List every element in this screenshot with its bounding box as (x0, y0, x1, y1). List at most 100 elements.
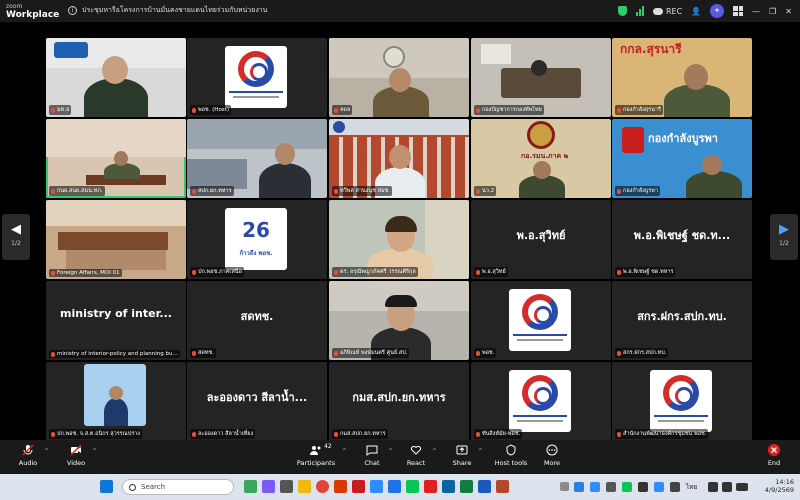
muted-mic-icon (51, 270, 55, 276)
close-icon[interactable]: ✕ (785, 7, 792, 16)
participant-tile[interactable]: สดทช. สดทช. (187, 281, 327, 360)
react-button[interactable]: React (396, 444, 436, 467)
chevron-left-icon: ◀ (11, 222, 21, 237)
video-off-icon (70, 444, 82, 456)
participant-tile[interactable]: ปก.พอช. จ.ส.ต.ธนิกร สุวรรณปราง (46, 362, 186, 441)
onedrive-icon[interactable] (574, 482, 584, 492)
file-explorer-icon[interactable] (298, 480, 311, 493)
participant-name: ministry of interior-policy and planning… (49, 350, 180, 358)
zoom-taskbar-icon[interactable] (370, 480, 383, 493)
participant-name: สำนักงานพัฒนาองค์กรชุมชน พอช. (615, 429, 709, 439)
powerpoint-icon[interactable] (334, 480, 347, 493)
input-language[interactable]: ไทย (686, 482, 697, 492)
windows-start-icon[interactable] (100, 480, 113, 493)
participant-tile[interactable]: สกร.ฝกร.สปก.ทบ. สกร.ฝกร.สปก.ทบ. (612, 281, 752, 360)
next-page-button[interactable]: ▶ 1/2 (770, 214, 798, 260)
task-view-icon[interactable] (280, 480, 293, 493)
line-tray-icon[interactable] (622, 482, 632, 492)
copilot-icon[interactable] (244, 480, 257, 493)
participant-name: ปก.พอช.ภาคเหนือ (190, 267, 244, 277)
meeting-info[interactable]: i ประชุมหารือโครงการบ้านมั่นคงชายแดนไทยร่… (68, 5, 267, 16)
participant-tile[interactable]: ministry of inter... ministry of interio… (46, 281, 186, 360)
chat-chevron-icon[interactable]: ^ (388, 448, 393, 455)
system-clock[interactable]: 14:16 4/9/2569 (756, 478, 794, 494)
participants-chevron-icon[interactable]: ^ (342, 448, 347, 455)
word-icon[interactable] (478, 480, 491, 493)
excel-icon[interactable] (460, 480, 473, 493)
line-icon[interactable] (406, 480, 419, 493)
nvidia-icon[interactable] (638, 482, 648, 492)
audio-button[interactable]: Audio (8, 444, 48, 467)
react-chevron-icon[interactable]: ^ (432, 448, 437, 455)
info-icon[interactable]: i (68, 6, 77, 15)
participant-tile[interactable]: พอช. (471, 281, 611, 360)
signal-icon[interactable] (635, 6, 644, 16)
participant-display-name: พ.อ.สุวิทย์ (516, 229, 566, 242)
participant-tile[interactable]: ทวีพล สานงนุช สมช. (329, 119, 469, 198)
tray-chevron-icon[interactable] (560, 482, 569, 491)
brand-line2: Workplace (6, 10, 60, 20)
participants-icon (310, 444, 322, 456)
muted-mic-icon (617, 431, 621, 437)
participant-tile[interactable]: สปก.ยก.ทหาร (187, 119, 327, 198)
pdf-icon[interactable] (352, 480, 365, 493)
muted-mic-icon (22, 444, 34, 456)
tray-app-icon[interactable] (670, 482, 680, 492)
volume-icon[interactable] (722, 482, 732, 492)
view-grid-icon[interactable] (733, 6, 744, 16)
participant-tile[interactable]: พ.อ.พิเชษฐ์ ชด.ท... พ.อ.พิเชษฐ์ ชด.ทหาร (612, 200, 752, 279)
top-right-controls: REC 👤 ✦ — ❐ ✕ (617, 4, 792, 18)
share-button[interactable]: Share (442, 444, 482, 467)
video-button[interactable]: Video (56, 444, 96, 467)
widgets-icon[interactable] (262, 480, 275, 493)
video-options-chevron-icon[interactable]: ^ (92, 448, 97, 455)
participant-name: พอช. (Host) (190, 105, 231, 115)
participant-tile[interactable]: พ.อ.สุวิทย์ พ.อ.สุวิทย์ (471, 200, 611, 279)
recording-indicator[interactable]: REC (652, 7, 682, 16)
end-meeting-button[interactable]: End (754, 444, 794, 467)
outlook-icon[interactable] (442, 480, 455, 493)
participant-tile[interactable]: พอช. (Host) (187, 38, 327, 117)
participant-tile[interactable]: ลดล (329, 38, 469, 117)
participant-tile[interactable]: สำนักงานพัฒนาองค์กรชุมชน พอช. (612, 362, 752, 441)
wifi-icon[interactable] (708, 482, 718, 492)
participant-tile[interactable]: กกล.สุรนารี กองกำลังสุรนารี (612, 38, 752, 117)
muted-mic-icon (192, 188, 196, 194)
participant-tile[interactable]: กอ.รมน.ภาค ๒ นว.2 (471, 119, 611, 198)
chrome-icon[interactable] (316, 480, 329, 493)
muted-mic-icon (334, 188, 338, 194)
audio-options-chevron-icon[interactable]: ^ (44, 448, 49, 455)
taskbar-search-input[interactable]: Search (122, 479, 234, 495)
participant-tile[interactable]: Foreign Affairs, MOI 01 (46, 200, 186, 279)
bluetooth-icon[interactable] (654, 482, 664, 492)
acrobat-icon[interactable] (424, 480, 437, 493)
muted-mic-icon (334, 350, 338, 356)
people-icon[interactable]: 👤 (691, 7, 701, 16)
minimize-icon[interactable]: — (752, 7, 760, 16)
zoom-tray-icon[interactable] (590, 482, 600, 492)
more-button[interactable]: More (532, 444, 572, 467)
participant-tile[interactable]: ละอองดาว สีลาน้ำ... ละอองดาว สีลาน้ำเที่… (187, 362, 327, 441)
ai-companion-icon[interactable]: ✦ (710, 4, 725, 18)
participant-tile[interactable]: กองบัญชาการกองทัพไทย (471, 38, 611, 117)
chat-button[interactable]: Chat (352, 444, 392, 467)
edge-icon[interactable] (388, 480, 401, 493)
participant-tile[interactable]: ดร. อรุณีพญาภัคศรี วรรณคีรีกุล (329, 200, 469, 279)
participant-tile[interactable]: 26 ก้าวถึง พอช. ปก.พอช.ภาคเหนือ (187, 200, 327, 279)
app-icon[interactable] (496, 480, 509, 493)
participant-tile[interactable]: อภิษิณท์ พงษ์มนตรี ศูนย์.สป. (329, 281, 469, 360)
battery-icon[interactable] (736, 483, 748, 491)
participant-tile-active-speaker[interactable]: กนผ.สนผ.สมน.ทภ. (46, 119, 186, 198)
prev-page-button[interactable]: ◀ 1/2 (2, 214, 30, 260)
participant-tile[interactable]: ทันสิงห์มัย-พอช. (471, 362, 611, 441)
participant-tile[interactable]: มท.ฮ (46, 38, 186, 117)
participant-tile[interactable]: กองกำลังบูรพา กองกำลังบูรพา (612, 119, 752, 198)
meeting-title: ประชุมหารือโครงการบ้านมั่นคงชายแดนไทยร่ว… (82, 6, 268, 14)
host-tools-button[interactable]: Host tools (488, 444, 534, 467)
restore-icon[interactable]: ❐ (769, 7, 776, 16)
share-chevron-icon[interactable]: ^ (478, 448, 483, 455)
participant-tile[interactable]: กมส.สปก.ยก.ทหาร กมส.สปก.ยก.ทหาร (329, 362, 469, 441)
muted-mic-icon (51, 107, 55, 113)
shield-icon[interactable] (617, 6, 627, 16)
tray-app-icon[interactable] (606, 482, 616, 492)
